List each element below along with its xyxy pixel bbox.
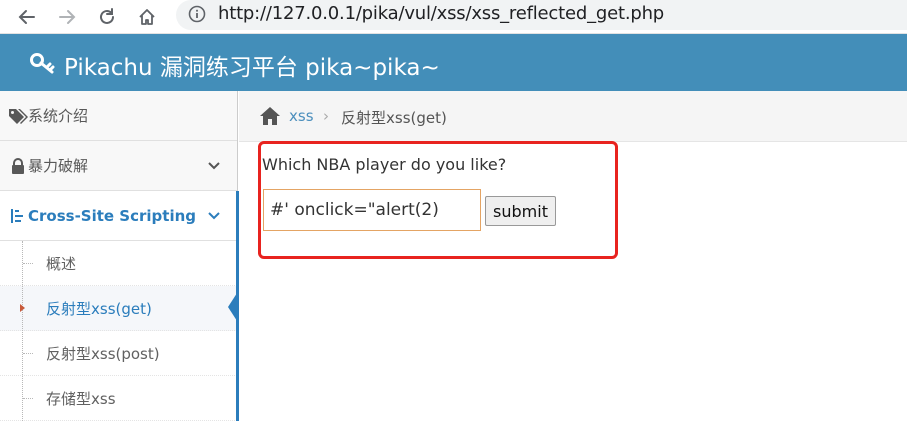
submenu-tree-line — [22, 241, 23, 421]
caret-right-icon — [20, 304, 25, 312]
submenu-item-label: 存储型xss — [46, 390, 116, 408]
submenu-item-reflected-post[interactable]: 反射型xss(post) — [0, 331, 237, 376]
breadcrumb-current: 反射型xss(get) — [341, 109, 447, 127]
list-icon — [8, 207, 28, 225]
browser-home-button[interactable] — [134, 4, 160, 30]
app-title[interactable]: Pikachu 漏洞练习平台 pika~pika~ — [64, 48, 440, 82]
submenu-item-label: 反射型xss(post) — [46, 345, 160, 363]
tags-icon — [8, 107, 28, 125]
sidebar-item-label: 暴力破解 — [28, 157, 89, 175]
breadcrumb: xss › 反射型xss(get) — [239, 91, 907, 142]
back-icon — [18, 10, 35, 24]
submenu-item-label: 反射型xss(get) — [46, 300, 152, 318]
sidebar-item-label: Cross-Site Scripting — [28, 206, 197, 225]
breadcrumb-link-xss[interactable]: xss — [289, 107, 314, 125]
sidebar-item-bruteforce[interactable]: 暴力破解 — [0, 141, 237, 191]
reload-button[interactable] — [94, 4, 120, 30]
submenu-tree-dash — [23, 398, 33, 399]
sidebar-item-intro[interactable]: 系统介绍 — [0, 91, 237, 141]
submenu-tree-dash — [23, 263, 33, 264]
home-icon[interactable] — [259, 106, 281, 126]
submenu-item-stored[interactable]: 存储型xss — [0, 376, 237, 421]
reload-icon — [100, 8, 114, 24]
submenu-item-reflected-get[interactable]: 反射型xss(get) — [0, 286, 237, 331]
key-icon — [30, 53, 55, 74]
chevron-down-icon — [208, 211, 220, 219]
home-icon — [139, 9, 155, 25]
info-icon[interactable] — [188, 5, 206, 23]
chevron-down-icon — [208, 161, 220, 169]
submenu-item-label: 概述 — [46, 255, 77, 273]
forward-button[interactable] — [54, 4, 80, 30]
breadcrumb-separator: › — [323, 107, 329, 125]
annotation-highlight-box — [258, 141, 618, 259]
sidebar-item-xss[interactable]: Cross-Site Scripting — [0, 191, 237, 241]
forward-icon — [59, 10, 76, 24]
submenu-tree-dash — [23, 353, 33, 354]
lock-icon — [8, 157, 28, 175]
sidebar-item-label: 系统介绍 — [28, 107, 89, 125]
browser-toolbar: http://127.0.0.1/pika/vul/xss/xss_reflec… — [0, 0, 907, 34]
submenu-item-overview[interactable]: 概述 — [0, 241, 237, 286]
back-button[interactable] — [14, 4, 40, 30]
address-bar[interactable]: http://127.0.0.1/pika/vul/xss/xss_reflec… — [176, 0, 907, 30]
active-item-arrow — [228, 290, 239, 324]
url-text[interactable]: http://127.0.0.1/pika/vul/xss/xss_reflec… — [218, 3, 664, 24]
